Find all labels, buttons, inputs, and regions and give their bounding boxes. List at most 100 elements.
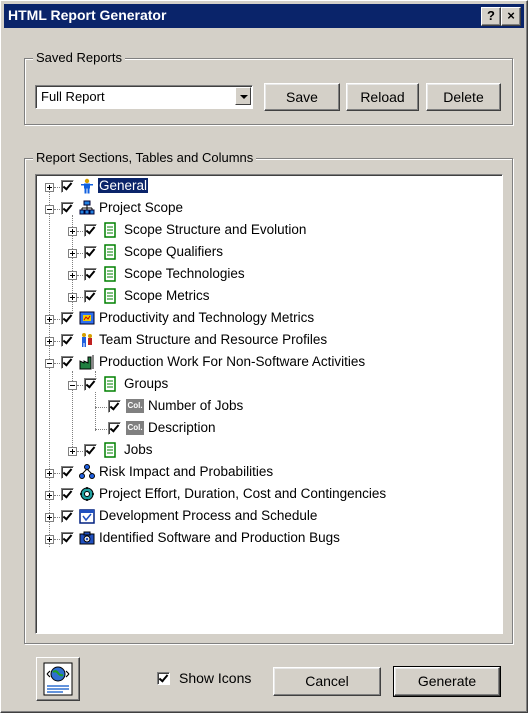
tree-label: Risk Impact and Probabilities xyxy=(99,464,274,479)
title-bar[interactable]: HTML Report Generator ? × xyxy=(4,4,524,28)
saved-reports-legend: Saved Reports xyxy=(33,50,125,65)
help-button[interactable]: ? xyxy=(481,7,501,26)
column-icon: Col. xyxy=(126,421,144,435)
collapse-icon[interactable] xyxy=(45,359,54,368)
tree-label: Identified Software and Production Bugs xyxy=(99,530,340,545)
tree-label: Scope Qualifiers xyxy=(124,244,224,259)
report-generator-window: HTML Report Generator ? × Saved Reports … xyxy=(0,0,528,713)
tree-label: Number of Jobs xyxy=(148,398,244,413)
section-checkbox[interactable] xyxy=(84,246,97,259)
tree-row-jobs[interactable]: Jobs xyxy=(36,440,496,462)
tree-row-bugs[interactable]: Identified Software and Production Bugs xyxy=(36,528,496,550)
table-icon xyxy=(104,222,116,238)
tree-row-groups[interactable]: Groups xyxy=(36,374,496,396)
section-checkbox[interactable] xyxy=(84,444,97,457)
table-icon xyxy=(104,288,116,304)
section-checkbox[interactable] xyxy=(61,488,74,501)
section-checkbox[interactable] xyxy=(61,466,74,479)
tree-row-description[interactable]: Col. Description xyxy=(36,418,496,440)
tree-label: General xyxy=(96,177,150,194)
tree-row-scope-structure[interactable]: Scope Structure and Evolution xyxy=(36,220,496,242)
section-checkbox[interactable] xyxy=(84,224,97,237)
section-checkbox[interactable] xyxy=(84,268,97,281)
metrics-icon xyxy=(79,311,95,325)
org-chart-icon xyxy=(79,200,95,215)
tree-row-scope-technologies[interactable]: Scope Technologies xyxy=(36,264,496,286)
reload-button[interactable]: Reload xyxy=(346,83,419,111)
schedule-icon xyxy=(79,509,95,524)
expand-icon[interactable] xyxy=(68,271,77,280)
tree-label: Scope Technologies xyxy=(124,266,245,281)
section-checkbox[interactable] xyxy=(61,312,74,325)
tree-row-productivity[interactable]: Productivity and Technology Metrics xyxy=(36,308,496,330)
saved-report-value: Full Report xyxy=(41,89,105,104)
expand-icon[interactable] xyxy=(45,535,54,544)
tree-label: Development Process and Schedule xyxy=(99,508,318,523)
show-icons-checkbox[interactable] xyxy=(157,672,170,685)
web-report-icon[interactable] xyxy=(36,657,80,701)
saved-report-select[interactable]: Full Report xyxy=(35,85,253,109)
section-checkbox[interactable] xyxy=(61,510,74,523)
tree-row-scope-metrics[interactable]: Scope Metrics xyxy=(36,286,496,308)
section-checkbox[interactable] xyxy=(61,532,74,545)
save-button[interactable]: Save xyxy=(264,83,340,111)
tree-row-development-process[interactable]: Development Process and Schedule xyxy=(36,506,496,528)
tree-row-risk[interactable]: Risk Impact and Probabilities xyxy=(36,462,496,484)
expand-icon[interactable] xyxy=(45,183,54,192)
expand-icon[interactable] xyxy=(68,293,77,302)
section-checkbox[interactable] xyxy=(61,356,74,369)
expand-icon[interactable] xyxy=(45,315,54,324)
generate-button[interactable]: Generate xyxy=(393,666,501,697)
tree-row-team[interactable]: Team Structure and Resource Profiles xyxy=(36,330,496,352)
close-button[interactable]: × xyxy=(501,7,521,26)
tree-label: Scope Structure and Evolution xyxy=(124,222,307,237)
column-icon: Col. xyxy=(126,399,144,413)
effort-icon xyxy=(80,487,94,501)
tree-row-effort[interactable]: Project Effort, Duration, Cost and Conti… xyxy=(36,484,496,506)
section-checkbox[interactable] xyxy=(61,334,74,347)
tree-row-project-scope[interactable]: Project Scope xyxy=(36,198,496,220)
tree-row-number-of-jobs[interactable]: Col. Number of Jobs xyxy=(36,396,496,418)
expand-icon[interactable] xyxy=(68,249,77,258)
web-report-graphic xyxy=(43,662,73,696)
table-icon xyxy=(104,442,116,458)
report-sections-legend: Report Sections, Tables and Columns xyxy=(33,150,257,165)
expand-icon[interactable] xyxy=(45,469,54,478)
expand-icon[interactable] xyxy=(45,491,54,500)
tree-label: Jobs xyxy=(124,442,153,457)
section-checkbox[interactable] xyxy=(61,180,74,193)
tree-label: Team Structure and Resource Profiles xyxy=(99,332,328,347)
risk-icon xyxy=(79,464,95,479)
tree-label: Project Effort, Duration, Cost and Conti… xyxy=(99,486,387,501)
tree-label: Description xyxy=(148,420,216,435)
production-icon xyxy=(79,355,94,370)
tree-label: Project Scope xyxy=(99,200,184,215)
tree-row-general[interactable]: General xyxy=(36,176,496,198)
tree-label: Production Work For Non-Software Activit… xyxy=(99,354,366,369)
collapse-icon[interactable] xyxy=(45,205,54,214)
expand-icon[interactable] xyxy=(68,227,77,236)
table-icon xyxy=(104,376,116,392)
column-checkbox[interactable] xyxy=(108,422,121,435)
tree-row-scope-qualifiers[interactable]: Scope Qualifiers xyxy=(36,242,496,264)
expand-icon[interactable] xyxy=(45,337,54,346)
cancel-button[interactable]: Cancel xyxy=(273,667,381,696)
person-icon xyxy=(81,178,93,194)
section-checkbox[interactable] xyxy=(61,202,74,215)
expand-icon[interactable] xyxy=(68,447,77,456)
tree-row-production-work[interactable]: Production Work For Non-Software Activit… xyxy=(36,352,496,374)
column-checkbox[interactable] xyxy=(108,400,121,413)
chevron-down-icon[interactable] xyxy=(235,87,251,105)
table-icon xyxy=(104,266,116,282)
show-icons-label: Show Icons xyxy=(179,670,252,686)
section-checkbox[interactable] xyxy=(84,378,97,391)
team-icon xyxy=(82,333,92,347)
tree-label: Scope Metrics xyxy=(124,288,210,303)
collapse-icon[interactable] xyxy=(68,381,77,390)
section-checkbox[interactable] xyxy=(84,290,97,303)
window-title: HTML Report Generator xyxy=(8,7,167,23)
expand-icon[interactable] xyxy=(45,513,54,522)
table-icon xyxy=(104,244,116,260)
sections-tree[interactable]: General Project Scope Scope Structure an… xyxy=(35,174,503,634)
delete-button[interactable]: Delete xyxy=(426,83,501,111)
